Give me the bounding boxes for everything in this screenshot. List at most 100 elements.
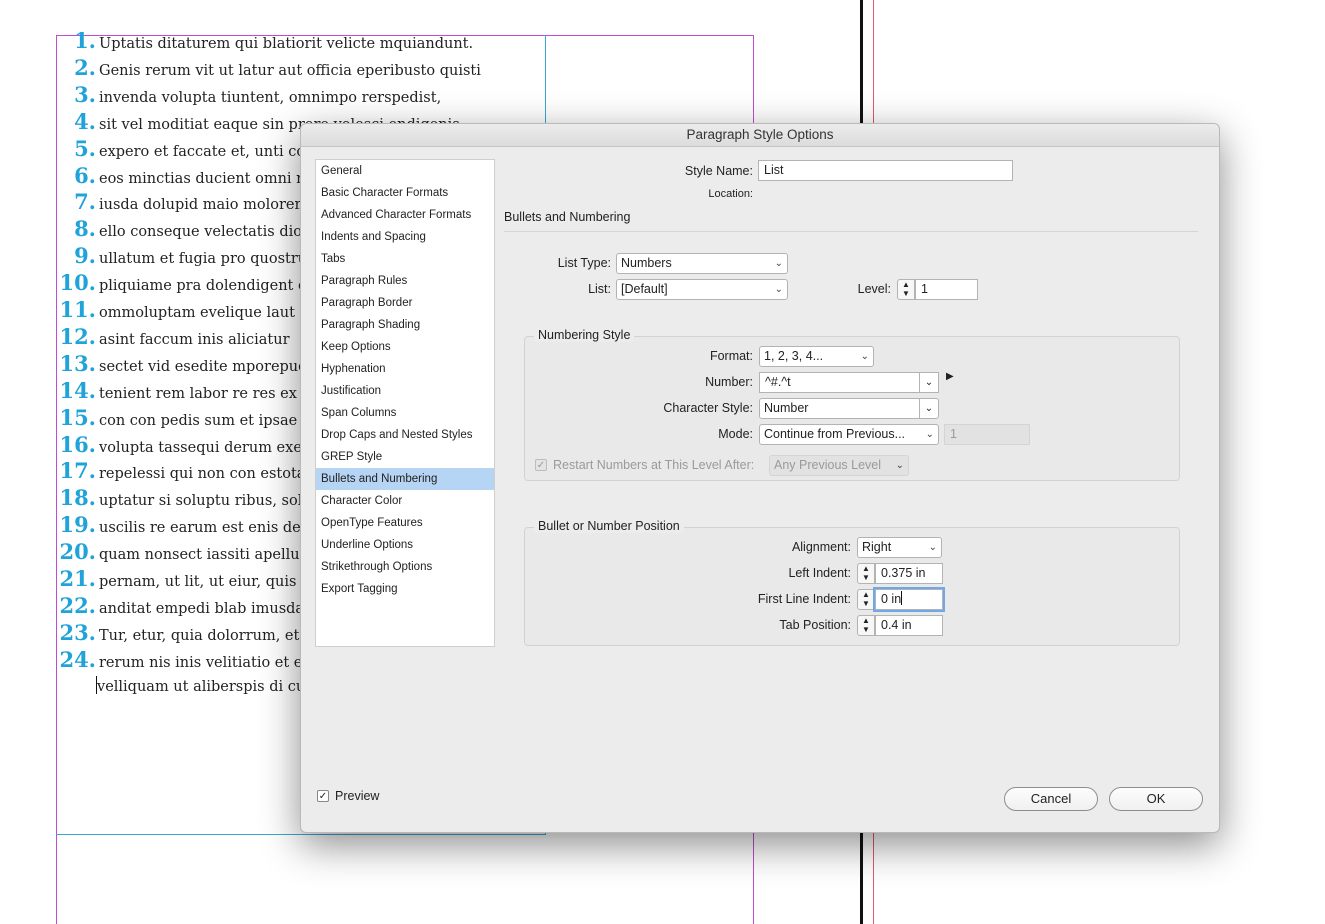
document-list-item[interactable]: 1. Uptatis ditaturem qui blatiorit velict… [56,28,473,54]
number-input[interactable]: ^#.^t ⌄ [759,372,939,393]
restart-level-select[interactable]: Any Previous Level ⌄ [769,455,909,476]
document-list-item[interactable]: 18. uptatur si soluptu ribus, solupt [56,485,326,511]
sidebar-item-character-color[interactable]: Character Color [316,490,494,512]
document-list-item[interactable]: 7. iusda dolupid maio molorem n [56,189,322,215]
left-indent-label: Left Indent: [788,566,851,580]
mode-select[interactable]: Continue from Previous... ⌄ [759,424,939,445]
document-list-item[interactable]: 14. tenient rem labor re res ex exp [56,378,328,404]
document-list-item[interactable]: 2. Genis rerum vit ut latur aut officia e… [56,55,481,81]
document-list-item[interactable]: 6. eos minctias ducient omni rese [56,163,328,189]
list-item-text: invenda volupta tiuntent, omnimpo rerspe… [99,89,442,106]
list-number: 24. [59,646,96,672]
list-number: 23. [59,619,96,645]
list-number: 4. [74,108,96,134]
sidebar-item-grep-style[interactable]: GREP Style [316,446,494,468]
document-list-item[interactable]: 19. uscilis re earum est enis dessin [56,512,330,538]
tab-position-input[interactable]: 0.4 in [875,615,943,636]
list-item-text: rerum nis inis velitiatio et esci [99,654,323,671]
sidebar-item-opentype-features[interactable]: OpenType Features [316,512,494,534]
tab-position-stepper[interactable]: ▲ ▼ [857,615,875,636]
document-list-item[interactable]: 10. pliquiame pra dolendigent exp [56,270,324,296]
document-list-item[interactable]: 15. con con pedis sum et ipsae pos [56,405,327,431]
sidebar-item-indents-and-spacing[interactable]: Indents and Spacing [316,226,494,248]
document-list-item[interactable]: 9. ullatum et fugia pro quostrum [56,243,321,269]
restart-numbers-checkbox[interactable]: ✓ [535,459,547,471]
chevron-down-icon[interactable]: ⌄ [919,373,938,392]
list-type-select[interactable]: Numbers ⌄ [616,253,788,274]
document-trailing-line[interactable]: velliquam ut aliberspis di cum c [96,676,332,695]
list-number: 19. [59,512,96,538]
list-item-text: repelessi qui non con estotatir [99,466,323,483]
document-list-item[interactable]: 3. invenda volupta tiuntent, omnimpo rers… [56,82,441,108]
list-number: 9. [74,243,96,269]
sidebar-item-export-tagging[interactable]: Export Tagging [316,578,494,600]
section-title: Bullets and Numbering [504,210,631,224]
list-number: 7. [74,189,96,215]
document-list-item[interactable]: 5. expero et faccate et, unti comm [56,136,333,162]
list-item-text: expero et faccate et, unti comm [99,143,333,160]
format-select[interactable]: 1, 2, 3, 4... ⌄ [759,346,874,367]
first-line-indent-input[interactable]: 0 in [875,589,943,610]
sidebar-item-basic-character-formats[interactable]: Basic Character Formats [316,182,494,204]
document-list-item[interactable]: 12. asint faccum inis aliciatur [56,324,289,350]
list-number: 10. [59,270,96,296]
sidebar-item-advanced-character-formats[interactable]: Advanced Character Formats [316,204,494,226]
document-list-item[interactable]: 21. pernam, ut lit, ut eiur, quis as a [56,566,330,592]
document-list-item[interactable]: 16. volupta tassequi derum exerum [56,432,331,458]
list-item-text: Uptatis ditaturem qui blatiorit velicte … [99,36,474,52]
sidebar-item-strikethrough-options[interactable]: Strikethrough Options [316,556,494,578]
list-item-text: ommoluptam evelique laut ape [99,305,327,321]
paragraph-style-options-dialog: Paragraph Style Options General Basic Cha… [300,123,1220,833]
sidebar-item-span-columns[interactable]: Span Columns [316,402,494,424]
list-select[interactable]: [Default] ⌄ [616,279,788,300]
sidebar-item-paragraph-border[interactable]: Paragraph Border [316,292,494,314]
sidebar-item-keep-options[interactable]: Keep Options [316,336,494,358]
sidebar-item-paragraph-shading[interactable]: Paragraph Shading [316,314,494,336]
document-list-item[interactable]: 11. ommoluptam evelique laut ape [56,297,326,323]
bullet-number-position-group [524,527,1180,646]
document-list-item[interactable]: 22. anditat empedi blab imusdand [56,593,322,619]
mode-start-input[interactable]: 1 [944,424,1030,445]
first-line-indent-stepper[interactable]: ▲ ▼ [857,589,875,610]
character-style-select[interactable]: Number ⌄ [759,398,939,419]
document-list-item[interactable]: 23. Tur, etur, quia dolorrum, et et c [56,620,331,646]
level-input[interactable]: 1 [915,279,978,300]
document-list-item[interactable]: 8. ello conseque velectatis dione [56,216,320,242]
sidebar-item-justification[interactable]: Justification [316,380,494,402]
list-item-text: iusda dolupid maio molorem n [99,197,323,214]
list-number: 18. [59,485,96,511]
alignment-select[interactable]: Right ⌄ [857,537,942,558]
sidebar-item-tabs[interactable]: Tabs [316,248,494,270]
preview-checkbox[interactable]: ✓ [317,790,329,802]
location-label: Location: [708,188,753,200]
document-list-item[interactable]: 17. repelessi qui non con estotatir [56,458,323,484]
text-frame-edge-bottom [56,834,546,835]
list-number: 17. [59,458,96,484]
sidebar-item-paragraph-rules[interactable]: Paragraph Rules [316,270,494,292]
sidebar-item-underline-options[interactable]: Underline Options [316,534,494,556]
left-indent-input[interactable]: 0.375 in [875,563,943,584]
level-label: Level: [857,282,891,296]
list-number: 5. [74,135,96,161]
options-sidebar: General Basic Character Formats Advanced C… [315,159,495,647]
level-stepper[interactable]: ▲ ▼ [897,279,915,300]
dialog-title: Paragraph Style Options [301,124,1219,147]
ok-button[interactable]: OK [1109,787,1203,811]
sidebar-item-hyphenation[interactable]: Hyphenation [316,358,494,380]
list-number: 11. [59,297,96,322]
cancel-button[interactable]: Cancel [1004,787,1098,811]
list-item-text: ullatum et fugia pro quostrum [99,251,321,268]
document-list-item[interactable]: 13. sectet vid esedite mporepudar [56,351,323,377]
left-indent-stepper[interactable]: ▲ ▼ [857,563,875,584]
sidebar-item-bullets-and-numbering[interactable]: Bullets and Numbering [316,468,494,490]
list-item-text: tenient rem labor re res ex exp [99,385,328,402]
document-list-item[interactable]: 20. quam nonsect iassiti apellupid [56,539,322,565]
list-item-text: pliquiame pra dolendigent exp [99,278,325,295]
list-item-text: uscilis re earum est enis dessin [99,520,330,537]
sidebar-item-general[interactable]: General [316,160,494,182]
special-characters-menu-icon[interactable]: ▶ [946,371,954,382]
document-list-item[interactable]: 24. rerum nis inis velitiatio et esci [56,646,323,673]
sidebar-item-drop-caps-and-nested-styles[interactable]: Drop Caps and Nested Styles [316,424,494,446]
bullet-number-position-title: Bullet or Number Position [534,519,684,533]
style-name-input[interactable]: List [758,160,1013,181]
